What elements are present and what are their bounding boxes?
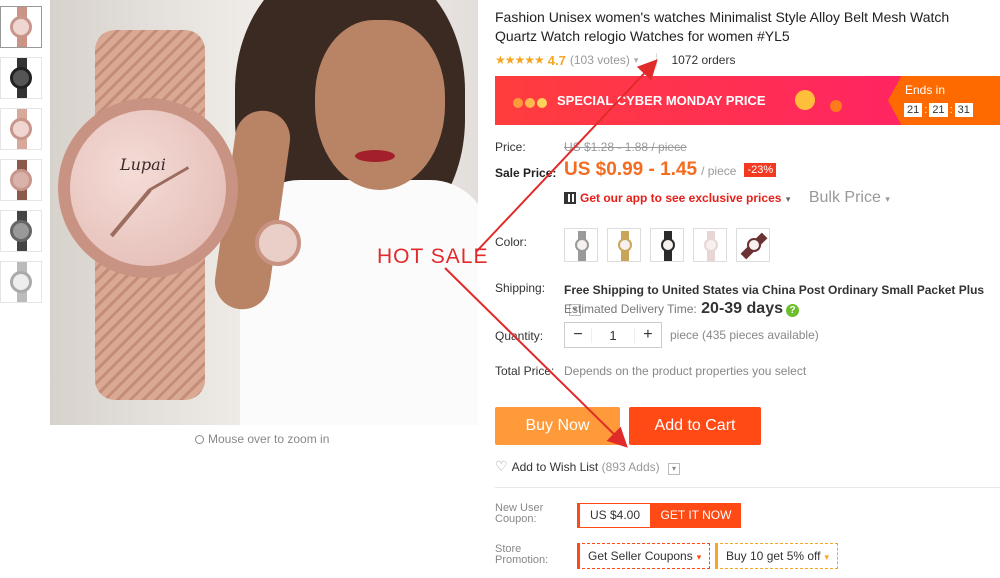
delivery-row: Estimated Delivery Time: 20-39 days?	[564, 300, 799, 318]
bulk-price-link[interactable]: Bulk Price	[809, 189, 881, 206]
divider	[656, 53, 658, 67]
thumbnail[interactable]	[0, 210, 42, 252]
color-swatch-gold[interactable]	[607, 228, 641, 262]
promo-dots	[513, 95, 549, 113]
magnifier-icon	[195, 435, 204, 444]
quantity-available: piece (435 pieces available)	[670, 328, 819, 342]
discount-badge: -23%	[744, 163, 777, 177]
quantity-row: − 1 + piece (435 pieces available)	[564, 322, 819, 348]
rating-votes[interactable]: (103 votes)	[570, 53, 630, 67]
quantity-increase-button[interactable]: +	[635, 326, 661, 344]
zoom-hint: Mouse over to zoom in	[195, 432, 329, 446]
color-label: Color:	[495, 235, 528, 249]
watch-brand: Lupai	[120, 155, 166, 174]
order-count: 1072 orders	[671, 53, 736, 67]
sale-price-row: US $0.99 - 1.45/ piece -23%	[564, 159, 777, 181]
chevron-down-icon[interactable]: ▾	[885, 194, 890, 204]
promo-decoration	[795, 90, 815, 110]
store-promotion-label-line2: Promotion:	[495, 554, 549, 566]
chevron-down-icon[interactable]: ▾	[634, 55, 639, 66]
promo-label: SPECIAL CYBER MONDAY PRICE	[557, 93, 766, 108]
sale-price-label: Sale Price:	[495, 166, 557, 180]
promo-banner: SPECIAL CYBER MONDAY PRICE Ends in 21: 2…	[495, 76, 1000, 125]
wrist-watch	[255, 220, 301, 266]
color-swatches	[564, 228, 779, 262]
countdown-hours: 21	[904, 103, 923, 117]
sale-price: US $0.99 - 1.45	[564, 159, 698, 180]
product-info-panel: Fashion Unisex women's watches Minimalis…	[495, 0, 1000, 569]
model-lips	[355, 150, 395, 162]
new-user-coupon-label-line2: Coupon:	[495, 513, 537, 525]
app-price-row: Get our app to see exclusive prices ▾ Bu…	[564, 189, 890, 207]
buy-now-button[interactable]: Buy Now	[495, 407, 620, 445]
chevron-down-icon: ▾	[824, 552, 830, 562]
delivery-label: Estimated Delivery Time:	[564, 302, 697, 316]
product-title: Fashion Unisex women's watches Minimalis…	[495, 9, 950, 44]
thumbnail[interactable]	[0, 261, 42, 303]
price-label: Price:	[495, 140, 526, 154]
heart-icon[interactable]: ♡	[495, 458, 508, 474]
shipping-method: Free Shipping to United States via China…	[564, 283, 985, 297]
thumbnail[interactable]	[0, 6, 42, 48]
hot-sale-label: HOT SALE	[377, 245, 489, 268]
quantity-stepper: − 1 +	[564, 322, 662, 348]
chevron-down-icon: ▾	[696, 552, 702, 562]
get-coupon-button[interactable]: GET IT NOW	[651, 503, 741, 528]
promo-decoration	[830, 100, 842, 112]
quantity-decrease-button[interactable]: −	[565, 326, 591, 344]
store-promotion-label: Store Promotion:	[495, 544, 548, 566]
total-price-label: Total Price:	[495, 364, 555, 378]
add-to-wishlist-link[interactable]: Add to Wish List	[512, 460, 599, 474]
add-to-cart-button[interactable]: Add to Cart	[629, 407, 761, 445]
model-face	[315, 20, 445, 190]
zoom-hint-text: Mouse over to zoom in	[208, 432, 330, 446]
chevron-down-icon[interactable]: ▾	[668, 463, 680, 475]
countdown-timer: 21: 21: 31	[902, 103, 975, 117]
rating-stars: ★★★★★	[495, 53, 545, 67]
new-user-coupon: US $4.00 GET IT NOW	[577, 503, 741, 528]
countdown-minutes: 21	[929, 103, 948, 117]
help-icon[interactable]: ?	[786, 304, 799, 317]
divider	[495, 487, 1000, 488]
quantity-label: Quantity:	[495, 329, 544, 343]
countdown: Ends in 21: 21: 31	[888, 76, 1000, 125]
new-user-coupon-label: New User Coupon:	[495, 503, 543, 525]
countdown-label: Ends in	[905, 83, 946, 97]
app-price-link[interactable]: Get our app to see exclusive prices	[580, 191, 781, 205]
seller-coupons-dropdown[interactable]: Get Seller Coupons ▾	[577, 543, 711, 569]
thumbnail[interactable]	[0, 108, 42, 150]
price-unit: / piece	[701, 164, 737, 178]
bundle-offer-label: Buy 10 get 5% off	[726, 549, 821, 563]
chevron-down-icon[interactable]: ▾	[786, 194, 791, 204]
coupon-amount: US $4.00	[577, 503, 651, 528]
thumbnail[interactable]	[0, 159, 42, 201]
total-price-value: Depends on the product properties you se…	[564, 364, 807, 378]
color-swatch-brown[interactable]	[736, 228, 770, 262]
seller-coupons-label: Get Seller Coupons	[588, 549, 693, 563]
color-swatch-silver[interactable]	[564, 228, 598, 262]
wishlist-row: ♡ Add to Wish List (893 Adds) ▾	[495, 458, 680, 475]
thumbnail[interactable]	[0, 57, 42, 99]
color-swatch-black[interactable]	[650, 228, 684, 262]
qr-code-icon	[564, 192, 576, 204]
rating-score: 4.7	[547, 52, 566, 68]
thumbnail-list	[0, 6, 44, 312]
rating-row: ★★★★★ 4.7 (103 votes) ▾ 1072 orders	[495, 51, 1000, 69]
original-price: US $1.28 - 1.88 / piece	[564, 140, 687, 154]
quantity-input[interactable]: 1	[591, 327, 635, 343]
wishlist-count: (893 Adds)	[601, 460, 660, 474]
main-product-image[interactable]: Lupai	[50, 0, 478, 425]
shipping-label: Shipping:	[495, 281, 546, 295]
color-swatch-white[interactable]	[693, 228, 727, 262]
countdown-seconds: 31	[954, 103, 973, 117]
delivery-days: 20-39 days	[701, 300, 783, 317]
bundle-offer-dropdown[interactable]: Buy 10 get 5% off ▾	[715, 543, 839, 569]
